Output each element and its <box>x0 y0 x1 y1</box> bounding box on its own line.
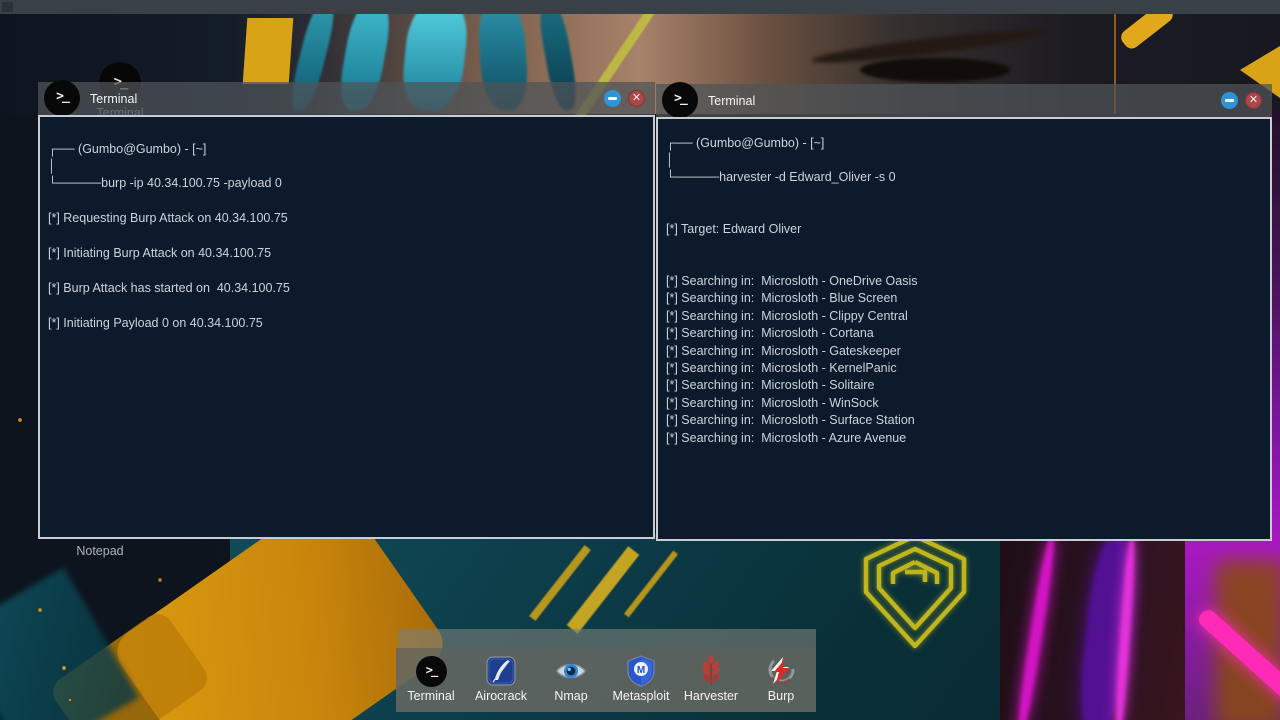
dock-items: >_ Terminal Airocrack <box>396 648 816 712</box>
terminal-output-line: [*] Target: Edward Oliver <box>666 221 1260 238</box>
terminal-output-line: [*] Searching in: Microsloth - WinSock <box>666 395 1260 412</box>
dock-item-label: Nmap <box>536 689 606 703</box>
close-button[interactable]: ✕ <box>628 90 645 107</box>
prompt-line: │ <box>666 152 1260 169</box>
dock: >_ Terminal Airocrack <box>396 629 816 712</box>
dock-item-label: Harvester <box>676 689 746 703</box>
airocrack-icon <box>486 656 516 686</box>
dock-item-label: Terminal <box>396 689 466 703</box>
window-titlebar[interactable]: >_ Terminal ✕ <box>38 82 655 115</box>
minimize-button[interactable] <box>604 90 621 107</box>
prompt-line: │ <box>48 158 643 175</box>
burp-icon <box>766 656 796 686</box>
prompt-line: ┌── (Gumbo@Gumbo) - [~] <box>666 135 1260 152</box>
dock-item-nmap[interactable]: Nmap <box>536 654 606 703</box>
terminal-window-harvester: >_ Terminal ✕ ┌── (Gumbo@Gumbo) - [~] │ … <box>656 84 1272 541</box>
terminal-output-line: [*] Searching in: Microsloth - OneDrive … <box>666 273 1260 290</box>
close-button[interactable]: ✕ <box>1245 92 1262 109</box>
terminal-output-area[interactable]: ┌── (Gumbo@Gumbo) - [~] │ └─────harveste… <box>656 117 1272 541</box>
dock-item-label: Metasploit <box>606 689 676 703</box>
terminal-output-line: [*] Searching in: Microsloth - Solitaire <box>666 377 1260 394</box>
wallpaper-shield-emblem <box>858 532 973 654</box>
terminal-window-burp: >_ Terminal ✕ ┌── (Gumbo@Gumbo) - [~] │ … <box>38 82 655 539</box>
terminal-output-line: [*] Searching in: Microsloth - Clippy Ce… <box>666 308 1260 325</box>
terminal-icon: >_ <box>662 82 698 118</box>
terminal-output-line: [*] Searching in: Microsloth - Blue Scre… <box>666 290 1260 307</box>
dock-item-metasploit[interactable]: M Metasploit <box>606 654 676 703</box>
metasploit-icon: M <box>626 655 656 687</box>
terminal-output-area[interactable]: ┌── (Gumbo@Gumbo) - [~] │ └─────burp -ip… <box>38 115 655 539</box>
minimize-button[interactable] <box>1221 92 1238 109</box>
wallpaper-yellow-block <box>243 18 294 84</box>
terminal-output-line: [*] Initiating Payload 0 on 40.34.100.75 <box>48 315 643 332</box>
terminal-output-line: [*] Searching in: Microsloth - KernelPan… <box>666 360 1260 377</box>
nmap-icon <box>555 660 587 682</box>
terminal-output-line: [*] Searching in: Microsloth - Azure Ave… <box>666 430 1260 447</box>
harvester-icon <box>700 655 722 687</box>
prompt-line: ┌── (Gumbo@Gumbo) - [~] <box>48 141 643 158</box>
top-bar-menu-button[interactable] <box>2 2 13 12</box>
dock-item-airocrack[interactable]: Airocrack <box>466 654 536 703</box>
wallpaper-eye <box>860 58 1010 82</box>
terminal-output-line: [*] Searching in: Microsloth - Cortana <box>666 325 1260 342</box>
terminal-output-line: [*] Requesting Burp Attack on 40.34.100.… <box>48 210 643 227</box>
svg-text:M: M <box>637 665 645 676</box>
desktop-icon-label: Notepad <box>55 544 145 558</box>
prompt-line: └─────burp -ip 40.34.100.75 -payload 0 <box>48 175 643 192</box>
terminal-output-line: [*] Initiating Burp Attack on 40.34.100.… <box>48 245 643 262</box>
dock-item-burp[interactable]: Burp <box>746 654 816 703</box>
dock-item-label: Burp <box>746 689 816 703</box>
dock-item-harvester[interactable]: Harvester <box>676 654 746 703</box>
terminal-output-line: [*] Searching in: Microsloth - Surface S… <box>666 412 1260 429</box>
terminal-output-line: [*] Searching in: Microsloth - Gateskeep… <box>666 343 1260 360</box>
terminal-output-line: [*] Burp Attack has started on 40.34.100… <box>48 280 643 297</box>
window-titlebar[interactable]: >_ Terminal ✕ <box>656 84 1272 117</box>
top-bar <box>0 0 1280 14</box>
terminal-icon: >_ <box>416 656 447 687</box>
dock-item-label: Airocrack <box>466 689 536 703</box>
dock-item-terminal[interactable]: >_ Terminal <box>396 654 466 703</box>
prompt-line: └─────harvester -d Edward_Oliver -s 0 <box>666 169 1260 186</box>
window-title: Terminal <box>708 94 755 108</box>
window-title: Terminal <box>90 92 137 106</box>
terminal-icon: >_ <box>44 80 80 116</box>
dock-top-strip <box>398 629 816 648</box>
